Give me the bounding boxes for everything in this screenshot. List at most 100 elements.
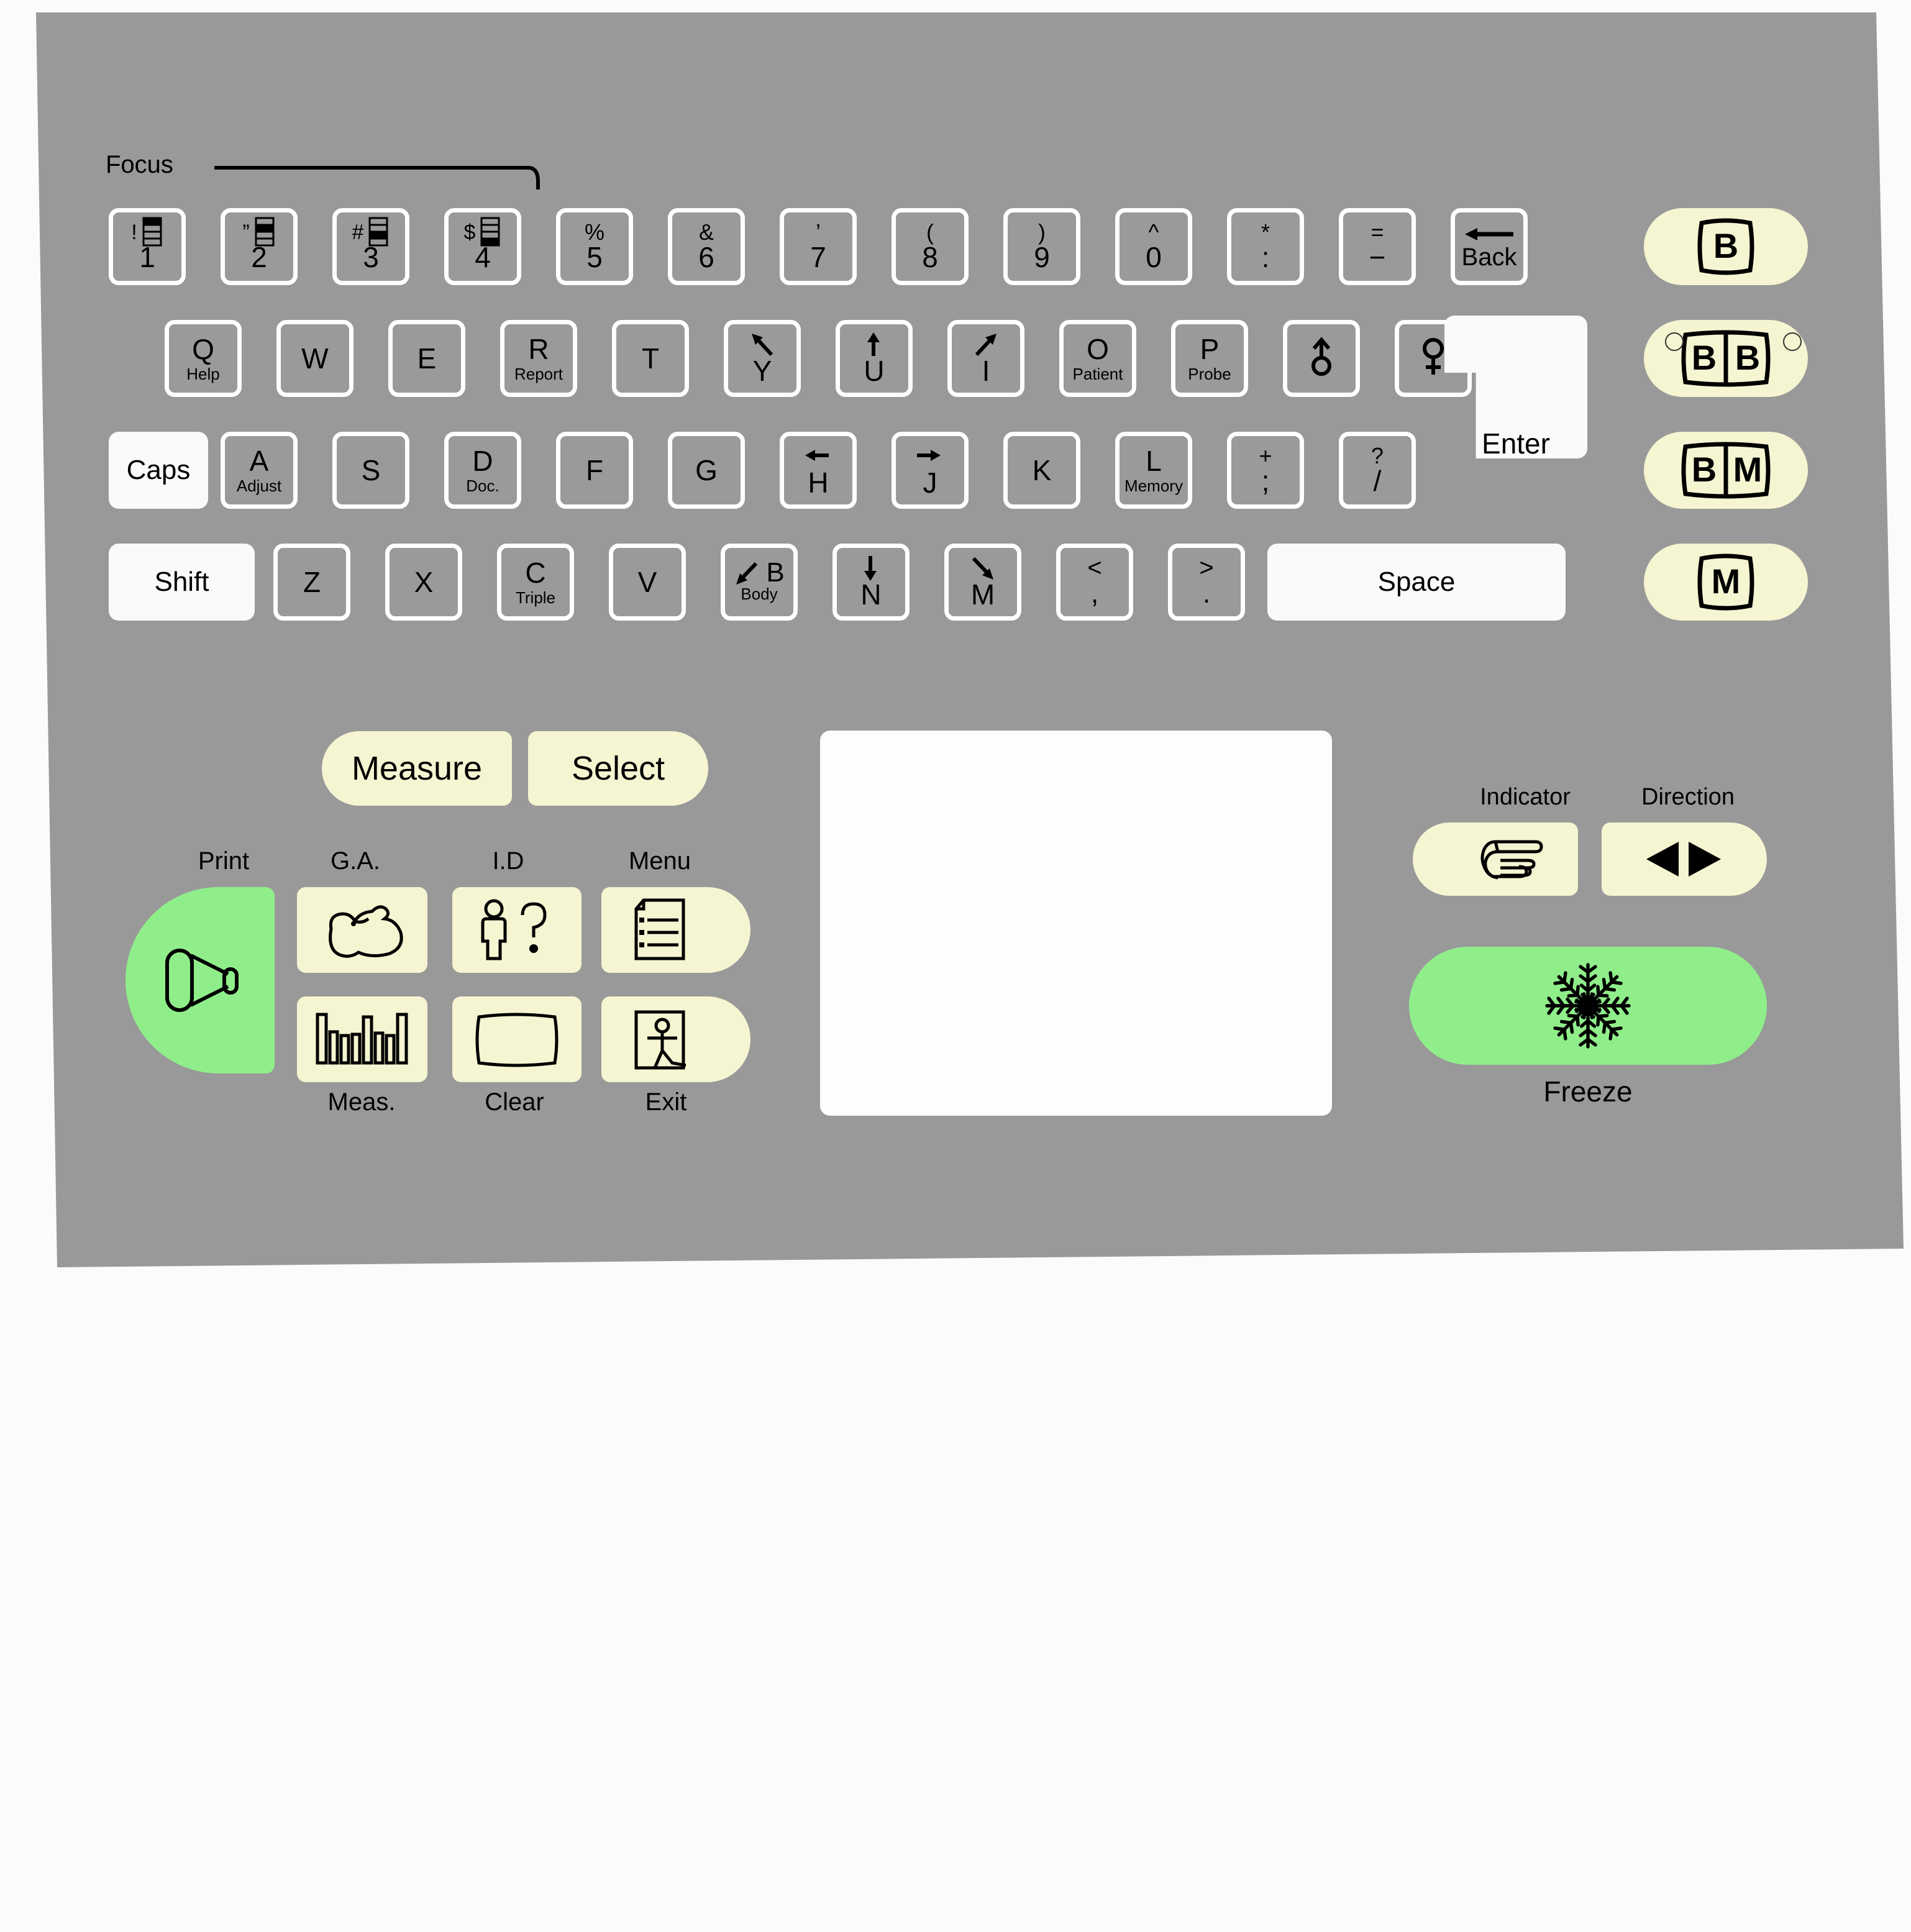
key-male-symbol-icon[interactable] (1283, 320, 1360, 397)
key-s[interactable]: S (332, 432, 409, 509)
indicator-label: Indicator (1480, 784, 1571, 810)
back-arrow-icon (1465, 228, 1513, 240)
key-g[interactable]: G (668, 432, 745, 509)
mode-bm-button[interactable]: BM (1644, 432, 1808, 509)
key-z[interactable]: Z (273, 544, 350, 621)
print-label: Print (198, 847, 250, 875)
measure-button[interactable]: Measure (322, 731, 512, 806)
select-button[interactable]: Select (528, 731, 708, 806)
key-n[interactable]: N (832, 544, 910, 621)
focus-label: Focus (106, 151, 173, 178)
direction-button[interactable] (1602, 822, 1767, 896)
key-h[interactable]: H (780, 432, 857, 509)
mode-screen-icon: BM (1681, 442, 1771, 499)
mode-m-button[interactable]: M (1644, 544, 1808, 621)
key-shift[interactable]: Shift (109, 544, 255, 621)
exit-label: Exit (645, 1088, 687, 1116)
key-y[interactable]: Y (724, 320, 801, 397)
ga-button[interactable] (297, 887, 427, 973)
measure-label: Measure (351, 750, 483, 787)
key-back[interactable]: Back (1451, 208, 1528, 285)
mode-bb-button[interactable]: BB (1644, 320, 1808, 397)
key-space[interactable]: Space (1267, 544, 1566, 621)
mode-screen-icon: B (1697, 218, 1754, 275)
mode-b-button[interactable]: B (1644, 208, 1808, 285)
key-q[interactable]: Q Help (165, 320, 242, 397)
key-p[interactable]: P Probe (1171, 320, 1248, 397)
select-label: Select (571, 750, 665, 787)
key-r[interactable]: R Report (500, 320, 577, 397)
meas-button[interactable] (297, 996, 427, 1082)
mode-screen-icon: M (1697, 554, 1754, 611)
key-5[interactable]: % 5 (556, 208, 633, 285)
key-m[interactable]: M (944, 544, 1021, 621)
key-j[interactable]: J (892, 432, 969, 509)
id-button[interactable] (452, 887, 582, 973)
key-e[interactable]: E (388, 320, 465, 397)
key-w[interactable]: W (276, 320, 353, 397)
ga-label: G.A. (330, 847, 381, 875)
clear-label: Clear (485, 1088, 544, 1116)
key-v[interactable]: V (609, 544, 686, 621)
left-right-triangles-icon (1646, 842, 1721, 877)
freeze-button[interactable] (1409, 947, 1767, 1065)
meas-label: Meas. (327, 1088, 396, 1116)
key-:[interactable]: *: (1227, 208, 1304, 285)
key-c[interactable]: C Triple (497, 544, 574, 621)
key-3[interactable]: #3 (332, 208, 409, 285)
key-b[interactable]: B Body (721, 544, 798, 621)
arrow-up-right-icon (975, 334, 997, 357)
key-1[interactable]: ! 1 (109, 208, 186, 285)
indicator-button[interactable] (1413, 822, 1578, 896)
svg-text:B: B (1735, 338, 1760, 377)
key-2[interactable]: ” 2 (221, 208, 298, 285)
caliper-bars-icon (316, 1013, 408, 1065)
key-caps[interactable]: Caps (109, 432, 208, 509)
mode-screen-icon: BB (1681, 330, 1771, 387)
menu-label: Menu (628, 847, 691, 875)
svg-text:M: M (1733, 450, 1763, 489)
arrow-up-icon (867, 332, 880, 356)
document-list-icon (634, 898, 685, 960)
svg-text:B: B (1692, 338, 1717, 377)
key-6[interactable]: & 6 (668, 208, 745, 285)
key-i[interactable]: I (947, 320, 1024, 397)
key-l[interactable]: L Memory (1115, 432, 1192, 509)
menu-button[interactable] (601, 887, 750, 973)
empty-screen-icon (475, 1013, 559, 1067)
key-f[interactable]: F (556, 432, 633, 509)
transducer-probe-icon (165, 949, 239, 1012)
key-[interactable]: <, (1056, 544, 1133, 621)
id-label: I.D (492, 847, 524, 875)
key-−[interactable]: = − (1339, 208, 1416, 285)
key-d[interactable]: D Doc. (444, 432, 521, 509)
key-k[interactable]: K (1003, 432, 1080, 509)
key-a[interactable]: A Adjust (221, 432, 298, 509)
key-0[interactable]: ^ 0 (1115, 208, 1192, 285)
fetus-icon (329, 905, 403, 958)
key-[interactable]: ? / (1339, 432, 1416, 509)
clear-button[interactable] (452, 996, 582, 1082)
key-[interactable]: >. (1168, 544, 1245, 621)
key-8[interactable]: (8 (892, 208, 969, 285)
trackpad-area[interactable] (820, 731, 1332, 1116)
key-o[interactable]: O Patient (1059, 320, 1136, 397)
key-7[interactable]: ’ 7 (780, 208, 857, 285)
arrow-down-icon (864, 556, 877, 581)
key-9[interactable]: ) 9 (1003, 208, 1080, 285)
svg-text:B: B (1692, 450, 1717, 489)
key-u[interactable]: U (836, 320, 913, 397)
key-[interactable]: +; (1227, 432, 1304, 509)
key-t[interactable]: T (612, 320, 689, 397)
arrow-down-left-icon (736, 562, 758, 585)
patient-question-icon (481, 899, 547, 960)
exit-button[interactable] (601, 996, 750, 1082)
direction-label: Direction (1641, 784, 1735, 810)
snowflake-icon (1541, 963, 1635, 1052)
arrow-right-icon (917, 450, 941, 461)
arrow-down-right-icon (972, 557, 993, 580)
key-x[interactable]: X (385, 544, 462, 621)
freeze-label: Freeze (1543, 1075, 1633, 1108)
exit-door-icon (634, 1010, 686, 1070)
key-4[interactable]: $4 (444, 208, 521, 285)
